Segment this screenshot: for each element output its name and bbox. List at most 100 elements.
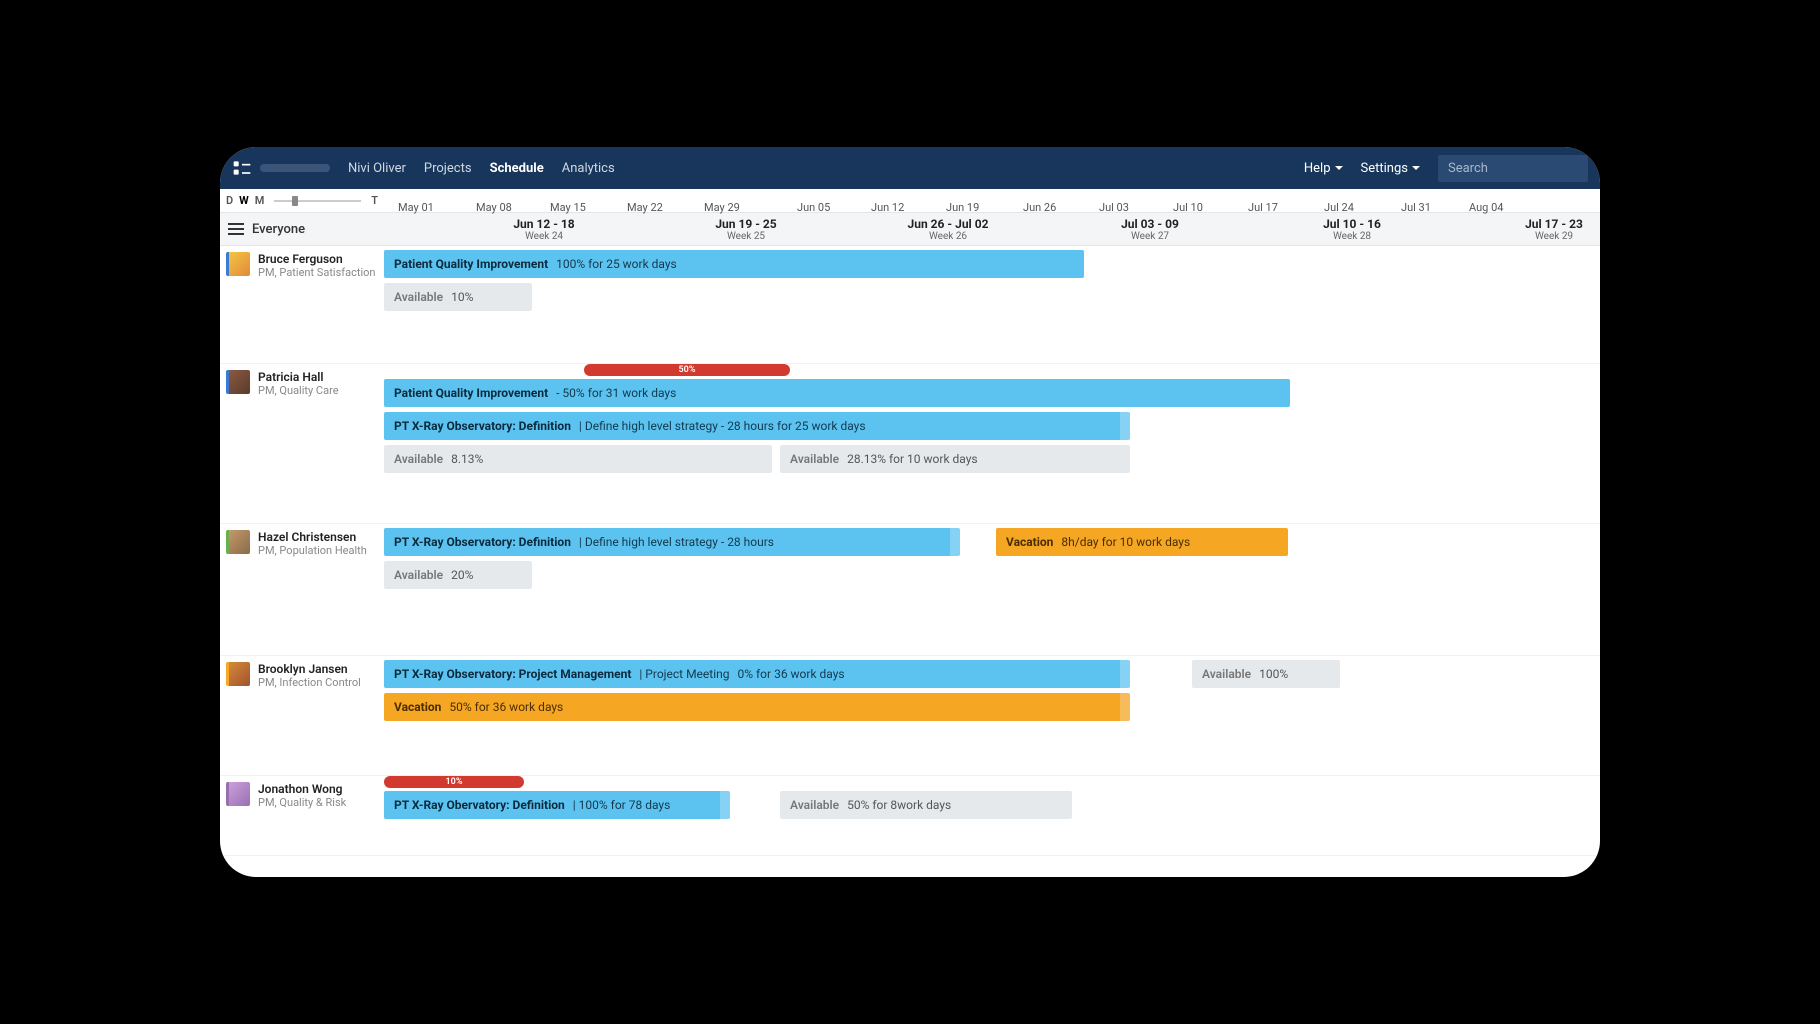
nav-projects[interactable]: Projects <box>424 161 472 176</box>
avatar <box>226 662 250 686</box>
nav-analytics[interactable]: Analytics <box>562 161 615 176</box>
lane-area: PT X-Ray Observatory: Project Management… <box>384 656 1600 775</box>
bar-title: PT X-Ray Observatory: Project Management <box>394 667 631 681</box>
ruler-date: May 22 <box>627 201 663 214</box>
bar-title: Available <box>1202 667 1251 681</box>
lane-area: 10% PT X-Ray Obervatory: Definition | 10… <box>384 776 1600 855</box>
bar-title: PT X-Ray Obervatory: Definition <box>394 798 565 812</box>
person-row: Bruce Ferguson PM, Patient Satisfaction … <box>220 246 1600 364</box>
allocation-bar[interactable]: PT X-Ray Observatory: Definition | Defin… <box>384 528 960 556</box>
ruler-date: Jul 24 <box>1324 201 1354 214</box>
search-input[interactable]: Search <box>1438 155 1588 182</box>
app-screen: Nivi Oliver Projects Schedule Analytics … <box>220 147 1600 877</box>
nav-help[interactable]: Help <box>1304 161 1343 176</box>
bar-detail: 0% for 36 work days <box>738 667 845 681</box>
bar-detail: 20% <box>451 568 473 582</box>
bar-title: Patient Quality Improvement <box>394 257 548 271</box>
nav-user[interactable]: Nivi Oliver <box>348 161 406 176</box>
bar-detail: | Define high level strategy - 28 hours <box>579 535 774 549</box>
overload-indicator[interactable]: 10% <box>384 776 524 788</box>
bar-detail: 50% for 36 work days <box>449 700 563 714</box>
bar-title: Vacation <box>1006 535 1053 549</box>
bar-title: PT X-Ray Observatory: Definition <box>394 535 571 549</box>
bar-title: Available <box>790 798 839 812</box>
ruler-date: Jul 10 <box>1173 201 1203 214</box>
week-sub: Week 29 <box>1454 231 1600 242</box>
person-info[interactable]: Hazel Christensen PM, Population Health <box>220 524 384 655</box>
allocation-bar[interactable]: PT X-Ray Observatory: Definition | Defin… <box>384 412 1130 440</box>
ruler-date: Jul 17 <box>1248 201 1278 214</box>
person-info[interactable]: Patricia Hall PM, Quality Care <box>220 364 384 523</box>
allocation-bar[interactable]: Patient Quality Improvement - 50% for 31… <box>384 379 1290 407</box>
view-mode-switch: D W M T <box>220 194 384 207</box>
lane-area: 50% Patient Quality Improvement - 50% fo… <box>384 364 1600 523</box>
bar-detail: 100% <box>1259 667 1288 681</box>
week-col: Jul 10 - 16 Week 28 <box>1252 213 1452 245</box>
overload-indicator[interactable]: 50% <box>584 364 790 376</box>
ruler-date: May 01 <box>398 201 434 214</box>
available-bar[interactable]: Available 28.13% for 10 work days <box>780 445 1130 473</box>
loading-indicator <box>260 164 330 172</box>
allocation-bar[interactable]: PT X-Ray Observatory: Project Management… <box>384 660 1130 688</box>
ruler-date: Aug 04 <box>1469 201 1503 214</box>
vacation-bar[interactable]: Vacation 8h/day for 10 work days <box>996 528 1288 556</box>
person-name: Patricia Hall <box>258 370 339 384</box>
filter-everyone[interactable]: Everyone <box>220 222 384 237</box>
avatar <box>226 252 250 276</box>
person-row: Jonathon Wong PM, Quality & Risk 10% PT … <box>220 776 1600 856</box>
person-row: Brooklyn Jansen PM, Infection Control PT… <box>220 656 1600 776</box>
ruler-date: Jul 31 <box>1401 201 1431 214</box>
bar-title: Patient Quality Improvement <box>394 386 548 400</box>
bar-title: Available <box>790 452 839 466</box>
person-row: Patricia Hall PM, Quality Care 50% Patie… <box>220 364 1600 524</box>
ruler-date: Jun 26 <box>1023 201 1056 214</box>
lane-area: PT X-Ray Observatory: Definition | Defin… <box>384 524 1600 655</box>
person-row: Hazel Christensen PM, Population Health … <box>220 524 1600 656</box>
week-columns: Jun 12 - 18 Week 24 Jun 19 - 25 Week 25 … <box>384 213 1600 245</box>
allocation-bar[interactable]: Patient Quality Improvement 100% for 25 … <box>384 250 1084 278</box>
person-info[interactable]: Brooklyn Jansen PM, Infection Control <box>220 656 384 775</box>
menu-icon <box>228 223 244 235</box>
person-role: PM, Quality Care <box>258 384 339 397</box>
avatar <box>226 782 250 806</box>
view-day[interactable]: D <box>226 194 233 207</box>
avatar <box>226 370 250 394</box>
person-name: Jonathon Wong <box>258 782 346 796</box>
person-info[interactable]: Jonathon Wong PM, Quality & Risk <box>220 776 384 855</box>
zoom-thumb[interactable] <box>292 196 298 206</box>
view-week[interactable]: W <box>239 194 249 207</box>
person-role: PM, Infection Control <box>258 676 361 689</box>
app-logo-icon[interactable] <box>232 158 252 178</box>
zoom-slider[interactable] <box>274 200 361 202</box>
bar-detail: 50% for 8work days <box>847 798 951 812</box>
top-navbar: Nivi Oliver Projects Schedule Analytics … <box>220 147 1600 189</box>
device-frame: Nivi Oliver Projects Schedule Analytics … <box>220 147 1600 877</box>
available-bar[interactable]: Available 20% <box>384 561 532 589</box>
bar-title: PT X-Ray Observatory: Definition <box>394 419 571 433</box>
week-title: Jun 12 - 18 <box>444 217 644 231</box>
view-month[interactable]: M <box>255 194 265 207</box>
week-col: Jun 26 - Jul 02 Week 26 <box>848 213 1048 245</box>
person-info[interactable]: Bruce Ferguson PM, Patient Satisfaction <box>220 246 384 363</box>
available-bar[interactable]: Available 100% <box>1192 660 1340 688</box>
chevron-down-icon <box>1412 166 1420 170</box>
available-bar[interactable]: Available 50% for 8work days <box>780 791 1072 819</box>
nav-schedule[interactable]: Schedule <box>490 161 544 176</box>
ruler-date: Jun 19 <box>946 201 979 214</box>
week-sub: Week 25 <box>646 231 846 242</box>
available-bar[interactable]: Available 10% <box>384 283 532 311</box>
week-sub: Week 28 <box>1252 231 1452 242</box>
timeline-ruler: D W M T May 01 May 08 May 15 May 22 May … <box>220 189 1600 213</box>
allocation-bar[interactable]: PT X-Ray Obervatory: Definition | 100% f… <box>384 791 730 819</box>
bar-title: Available <box>394 290 443 304</box>
person-name: Hazel Christensen <box>258 530 367 544</box>
person-name: Bruce Ferguson <box>258 252 375 266</box>
available-bar[interactable]: Available 8.13% <box>384 445 772 473</box>
view-today[interactable]: T <box>371 194 378 207</box>
nav-settings[interactable]: Settings <box>1361 161 1420 176</box>
vacation-bar[interactable]: Vacation 50% for 36 work days <box>384 693 1130 721</box>
everyone-label: Everyone <box>252 222 305 237</box>
bar-detail: 28.13% for 10 work days <box>847 452 978 466</box>
week-col: Jun 19 - 25 Week 25 <box>646 213 846 245</box>
bar-detail: 8h/day for 10 work days <box>1061 535 1190 549</box>
